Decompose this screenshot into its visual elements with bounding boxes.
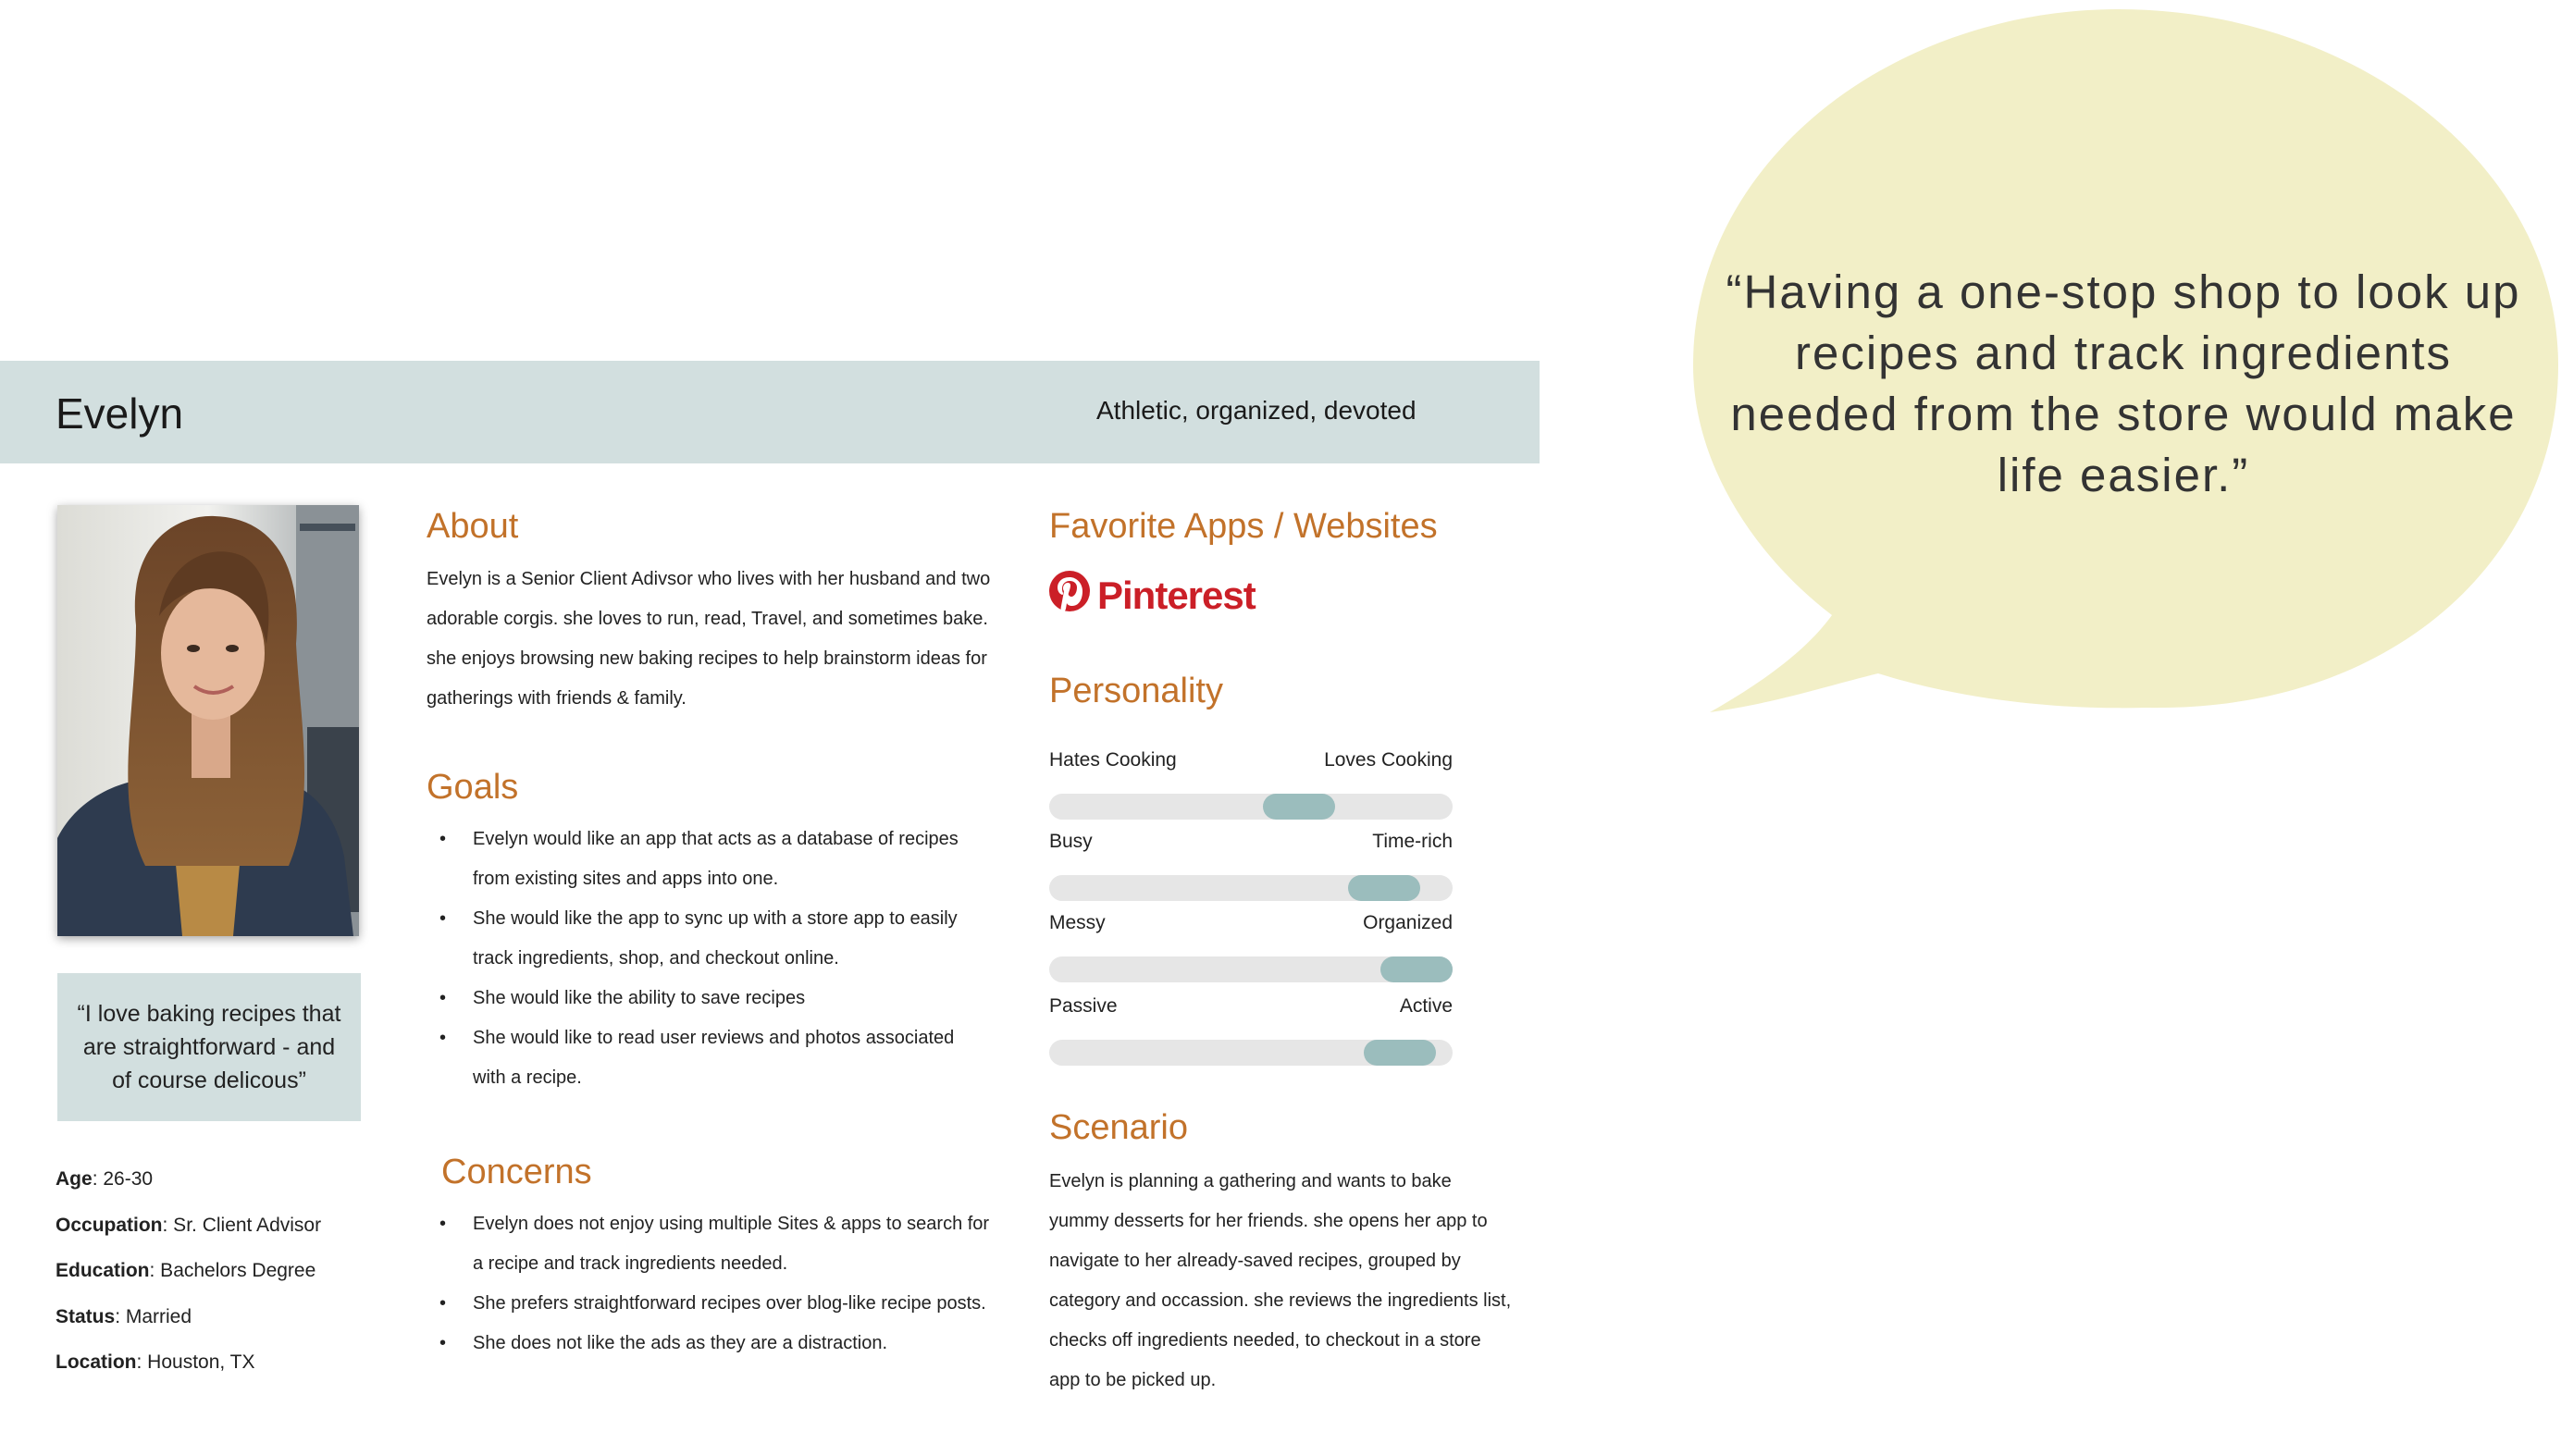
header-band: Evelyn Athletic, organized, devoted bbox=[0, 361, 1540, 463]
trait-cooking: Hates Cooking Loves Cooking bbox=[1049, 749, 1453, 820]
scenario-text: Evelyn is planning a gathering and wants… bbox=[1049, 1171, 1512, 1390]
fact-occupation: Occupation: Sr. Client Advisor bbox=[56, 1210, 321, 1256]
persona-photo bbox=[57, 505, 359, 936]
fact-label: Location bbox=[56, 1351, 137, 1373]
trait-slider-knob bbox=[1380, 956, 1453, 982]
goal-item: She would like to read user reviews and … bbox=[427, 1018, 991, 1098]
personality-title: Personality bbox=[1049, 672, 1223, 710]
trait-right-label: Loves Cooking bbox=[1324, 749, 1453, 771]
trait-right-label: Organized bbox=[1363, 912, 1453, 933]
fact-value: : 26-30 bbox=[92, 1168, 154, 1190]
fact-location: Location: Houston, TX bbox=[56, 1347, 321, 1393]
trait-slider-knob bbox=[1364, 1040, 1437, 1066]
trait-time: Busy Time-rich bbox=[1049, 831, 1453, 901]
concern-item: Evelyn does not enjoy using multiple Sit… bbox=[427, 1204, 991, 1284]
trait-left-label: Passive bbox=[1049, 995, 1118, 1017]
fact-value: : Married bbox=[115, 1305, 192, 1327]
trait-slider-knob bbox=[1347, 875, 1420, 901]
trait-left-label: Hates Cooking bbox=[1049, 749, 1177, 771]
pinterest-icon bbox=[1049, 571, 1090, 616]
fact-value: : Bachelors Degree bbox=[149, 1260, 316, 1281]
goal-item: She would like the ability to save recip… bbox=[427, 979, 991, 1018]
scenario-title: Scenario bbox=[1049, 1108, 1188, 1147]
fact-label: Age bbox=[56, 1168, 93, 1190]
trait-slider-track bbox=[1049, 1040, 1453, 1066]
goals-title: Goals bbox=[427, 768, 519, 807]
persona-quote-box: “I love baking recipes that are straight… bbox=[57, 973, 361, 1121]
portrait-icon bbox=[57, 505, 359, 936]
concern-item: She does not like the ads as they are a … bbox=[427, 1324, 991, 1363]
trait-right-label: Time-rich bbox=[1372, 831, 1453, 852]
goals-list: Evelyn would like an app that acts as a … bbox=[427, 820, 991, 1098]
trait-activity: Passive Active bbox=[1049, 995, 1453, 1066]
fact-education: Education: Bachelors Degree bbox=[56, 1255, 321, 1302]
persona-tagline: Athletic, organized, devoted bbox=[1096, 396, 1417, 425]
trait-slider-track bbox=[1049, 794, 1453, 820]
trait-organization: Messy Organized bbox=[1049, 912, 1453, 982]
fact-label: Status bbox=[56, 1305, 116, 1327]
trait-slider-track bbox=[1049, 875, 1453, 901]
fact-value: : Houston, TX bbox=[136, 1351, 255, 1373]
persona-facts: Age: 26-30 Occupation: Sr. Client Adviso… bbox=[56, 1164, 321, 1393]
persona-quote: “I love baking recipes that are straight… bbox=[77, 1001, 341, 1093]
concerns-list: Evelyn does not enjoy using multiple Sit… bbox=[427, 1204, 991, 1363]
goal-item: Evelyn would like an app that acts as a … bbox=[427, 820, 991, 899]
fact-value: : Sr. Client Advisor bbox=[162, 1214, 322, 1236]
trait-right-label: Active bbox=[1399, 995, 1453, 1017]
concern-item: She prefers straightforward recipes over… bbox=[427, 1284, 991, 1324]
persona-name: Evelyn bbox=[56, 389, 184, 438]
pinterest-logo: Pinterest bbox=[1047, 569, 1256, 623]
concerns-title: Concerns bbox=[441, 1153, 592, 1191]
trait-slider-track bbox=[1049, 956, 1453, 982]
pinterest-wordmark: Pinterest bbox=[1097, 574, 1256, 617]
favorites-title: Favorite Apps / Websites bbox=[1049, 507, 1438, 546]
fact-status: Status: Married bbox=[56, 1302, 321, 1348]
trait-left-label: Busy bbox=[1049, 831, 1093, 852]
fact-label: Education bbox=[56, 1260, 150, 1281]
trait-left-label: Messy bbox=[1049, 912, 1106, 933]
bubble-quote: “Having a one-stop shop to look up recip… bbox=[1726, 265, 2521, 501]
goal-item: She would like the app to sync up with a… bbox=[427, 899, 991, 979]
trait-slider-knob bbox=[1263, 794, 1336, 820]
fact-label: Occupation bbox=[56, 1214, 163, 1236]
fact-age: Age: 26-30 bbox=[56, 1164, 321, 1210]
about-title: About bbox=[427, 507, 519, 546]
about-text: Evelyn is a Senior Client Adivsor who li… bbox=[427, 569, 991, 709]
